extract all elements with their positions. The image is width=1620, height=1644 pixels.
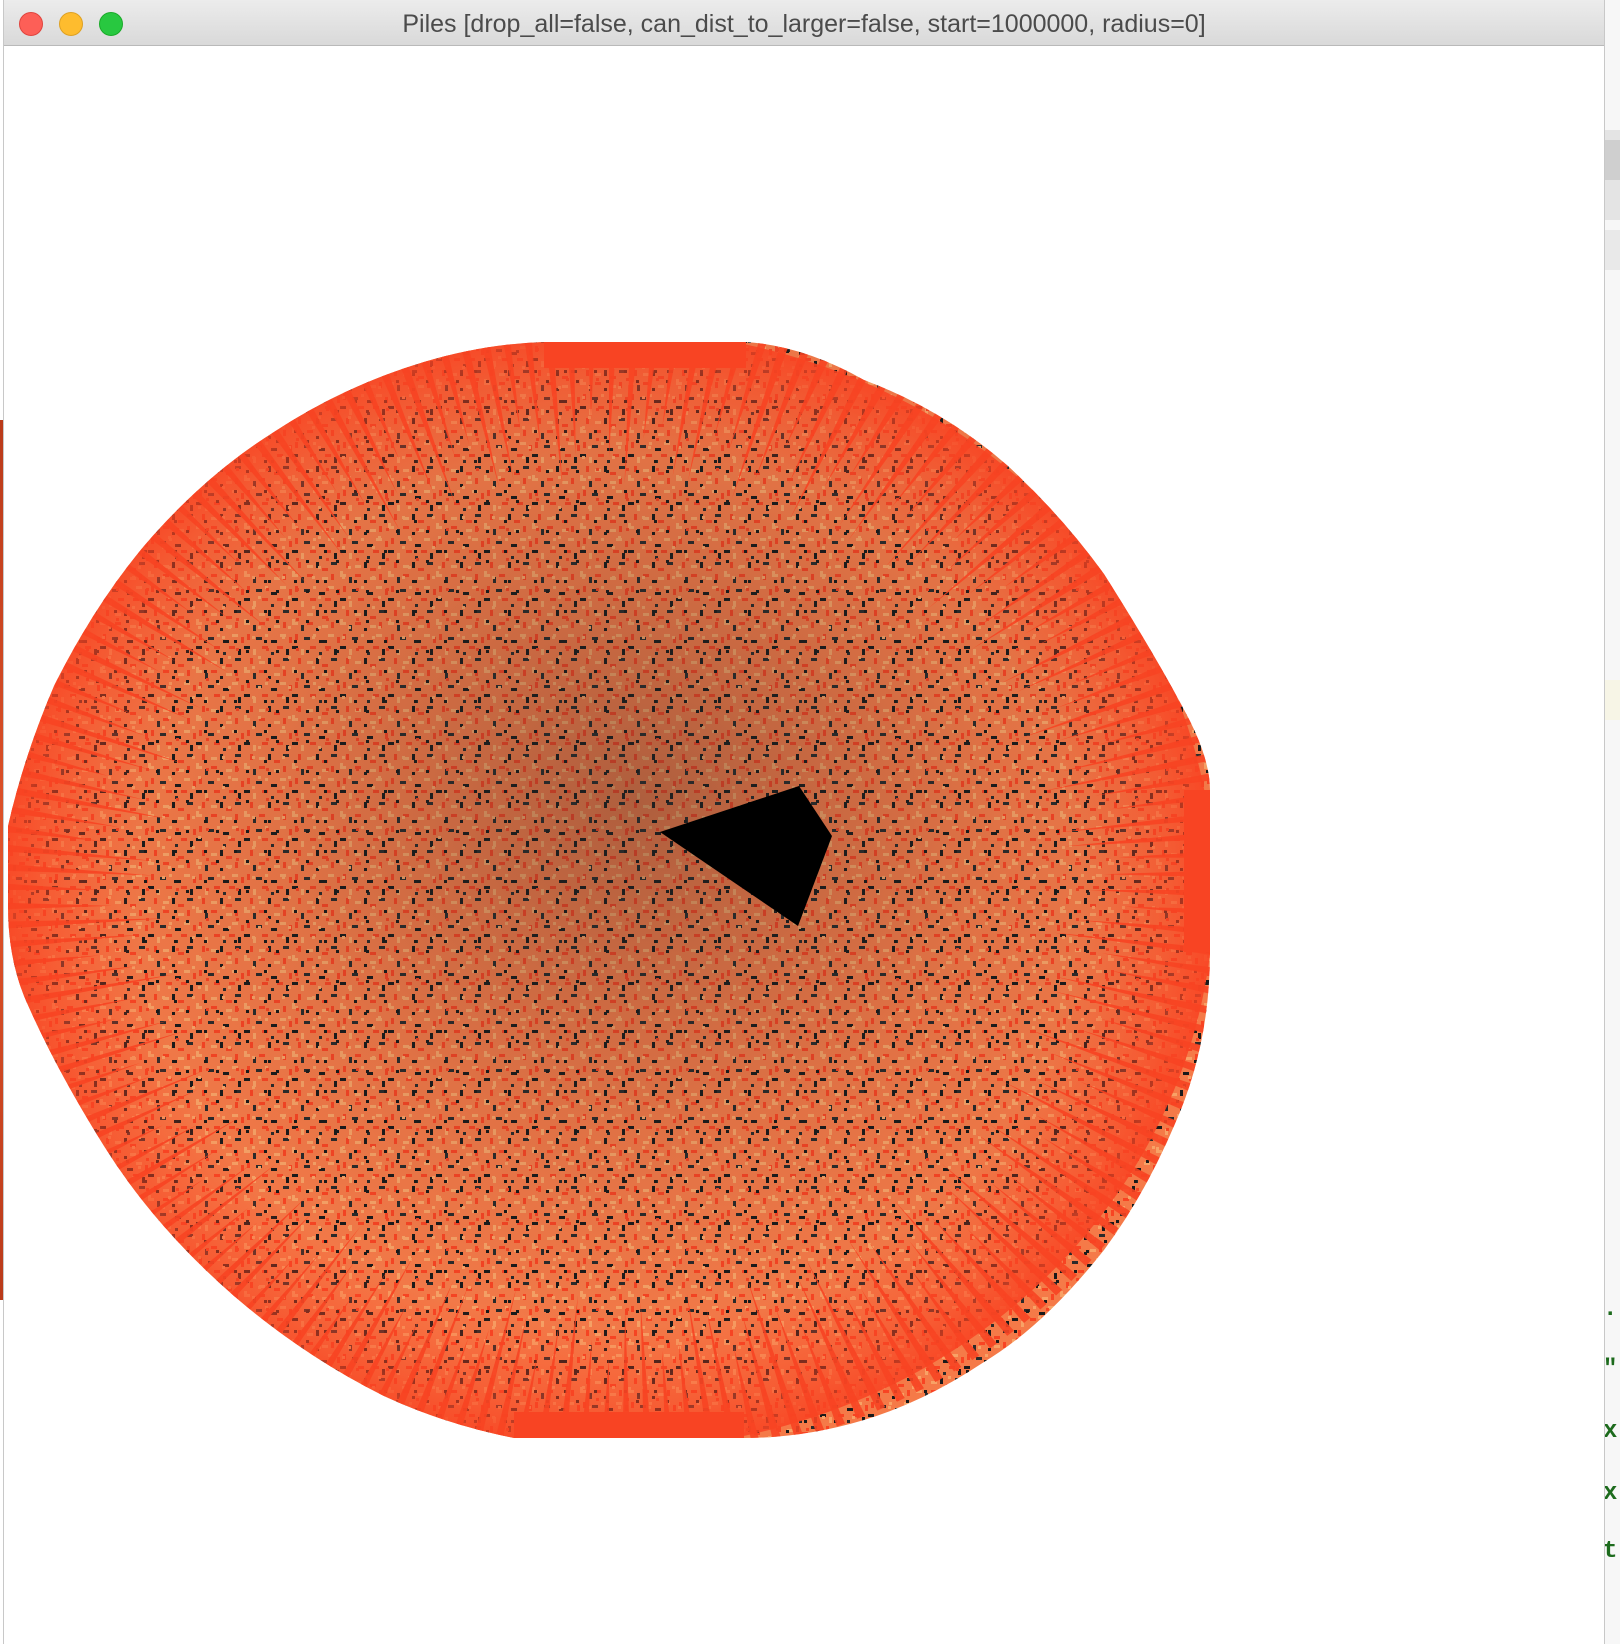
background-code-fragment: x' [1603,1418,1620,1445]
sandpile-canvas[interactable] [4,46,1604,1644]
background-code-fragment: .' [1603,1296,1620,1323]
title-bar[interactable]: Piles [drop_all=false, can_dist_to_large… [4,0,1604,46]
desktop: .' " x' x' t' Piles [drop_all=false, can… [0,0,1620,1644]
background-code-fragment: " [1603,1356,1618,1383]
sandpile-render [8,342,1210,1438]
piles-window[interactable]: Piles [drop_all=false, can_dist_to_large… [4,0,1604,1644]
window-title: Piles [drop_all=false, can_dist_to_large… [402,10,1206,38]
background-code-fragment: t' [1603,1538,1620,1565]
background-code-fragment: x' [1603,1480,1620,1507]
sandpile-body [8,342,1210,1438]
